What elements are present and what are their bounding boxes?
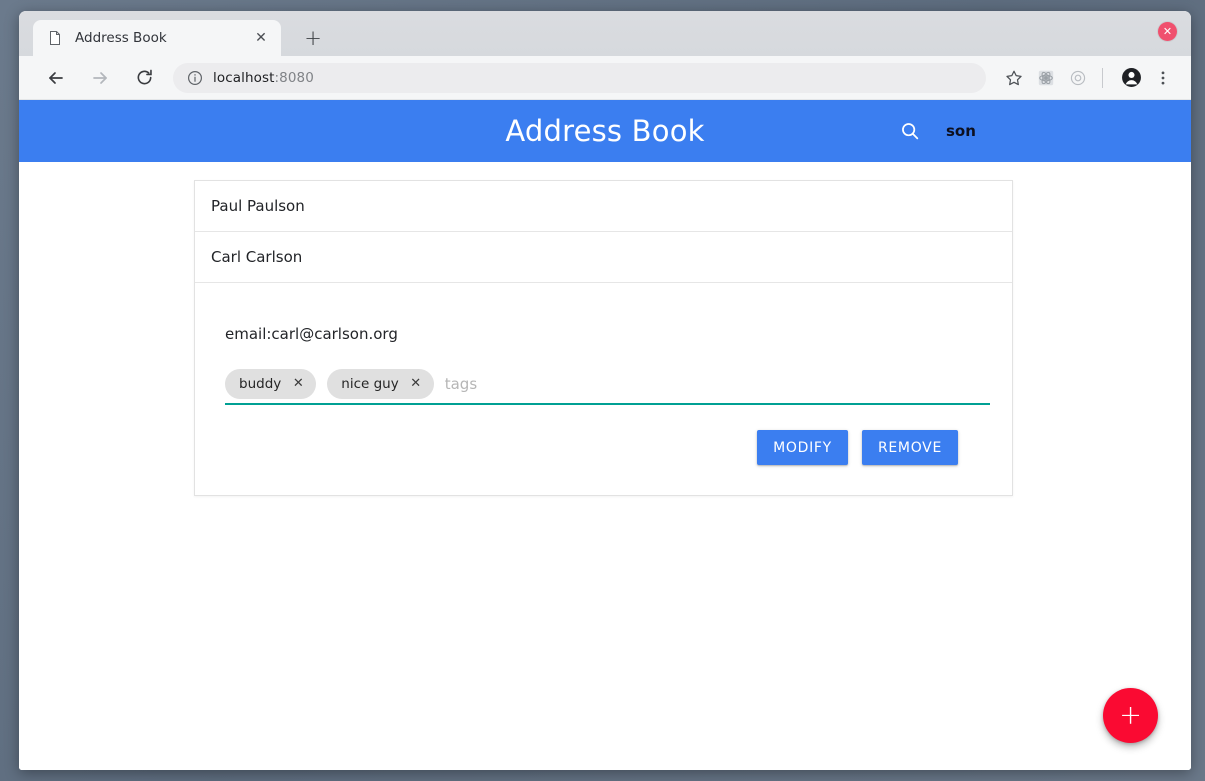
contacts-card: Paul Paulson Carl Carlson email:carl@car… (194, 180, 1013, 496)
list-item[interactable]: Paul Paulson (195, 181, 1012, 232)
tag-chip[interactable]: buddy ✕ (225, 368, 317, 399)
page-viewport: Address Book son Paul Paulson Carl Carls… (19, 100, 1191, 770)
search-icon[interactable] (897, 118, 923, 144)
close-icon[interactable]: ✕ (408, 376, 424, 392)
address-bar-url: localhost:8080 (213, 70, 314, 86)
modify-button[interactable]: MODIFY (757, 430, 848, 465)
tab-title: Address Book (75, 30, 167, 46)
page-title: Address Book (505, 114, 705, 148)
card-actions: MODIFY REMOVE (223, 430, 984, 465)
plus-icon: + (1119, 700, 1142, 731)
search-area: son (897, 118, 976, 144)
tag-chip[interactable]: nice guy ✕ (327, 368, 434, 399)
record-circle-icon[interactable] (1064, 64, 1092, 92)
three-dots-menu-icon[interactable] (1149, 64, 1177, 92)
tag-chip-label: nice guy (341, 375, 399, 392)
extension-icon[interactable] (1032, 64, 1060, 92)
info-circle-icon[interactable] (187, 70, 203, 86)
contact-name: Carl Carlson (211, 248, 303, 266)
remove-button[interactable]: REMOVE (861, 430, 958, 465)
search-input[interactable]: son (946, 122, 976, 140)
tags-placeholder: tags (444, 374, 478, 393)
url-host: localhost (213, 69, 275, 86)
document-icon (47, 30, 63, 46)
browser-toolbar: localhost:8080 (19, 56, 1191, 100)
profile-avatar-icon[interactable] (1117, 64, 1145, 92)
reload-icon[interactable] (129, 63, 159, 93)
app-header: Address Book son (19, 100, 1191, 162)
tab-strip: Address Book ✕ + ✕ (19, 11, 1191, 56)
window-close-button[interactable]: ✕ (1158, 22, 1177, 41)
arrow-left-icon[interactable] (41, 63, 71, 93)
contact-detail-panel: email:carl@carlson.org buddy ✕ nice guy … (195, 283, 1012, 495)
close-icon[interactable]: ✕ (290, 376, 306, 392)
star-icon[interactable] (1000, 64, 1028, 92)
arrow-right-icon[interactable] (85, 63, 115, 93)
app-content: Paul Paulson Carl Carlson email:carl@car… (19, 162, 1191, 770)
browser-window: Address Book ✕ + ✕ localhost:8080 Addres… (19, 11, 1191, 770)
url-port: :8080 (274, 69, 314, 86)
tab-close-icon[interactable]: ✕ (251, 28, 271, 48)
browser-tab-address-book[interactable]: Address Book ✕ (33, 20, 281, 56)
list-item[interactable]: Carl Carlson (195, 232, 1012, 283)
add-contact-fab[interactable]: + (1103, 688, 1158, 743)
contact-name: Paul Paulson (211, 197, 305, 215)
address-bar[interactable]: localhost:8080 (173, 62, 986, 93)
new-tab-button[interactable]: + (300, 25, 326, 51)
contact-email: email:carl@carlson.org (225, 325, 398, 343)
tag-chip-label: buddy (239, 375, 282, 392)
toolbar-divider (1102, 67, 1103, 88)
tags-input-field[interactable]: buddy ✕ nice guy ✕ tags (225, 368, 990, 405)
